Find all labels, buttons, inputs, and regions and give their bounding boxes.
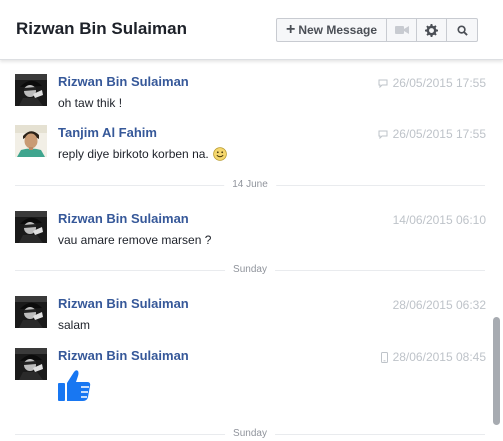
message-text-content: oh taw thik !	[58, 96, 123, 110]
message-text: reply diye birkoto korben na.	[58, 147, 227, 161]
video-camera-icon	[394, 26, 409, 34]
message-item: Rizwan Bin Sulaiman 14/06/2015 06:10 vau…	[0, 199, 490, 249]
message-timestamp: 28/06/2015 08:45	[392, 350, 486, 364]
date-divider: Sunday	[15, 264, 485, 276]
new-message-button[interactable]: + New Message	[277, 19, 387, 41]
avatar[interactable]	[15, 348, 47, 380]
message-item: Tanjim Al Fahim 26/05/2015 17:55 reply d…	[0, 113, 490, 163]
conversation-header: Rizwan Bin Sulaiman + New Message	[0, 0, 503, 60]
conversation-toolbar: + New Message	[276, 18, 478, 42]
message-meta: 28/06/2015 06:32	[393, 298, 486, 312]
date-divider-label: Sunday	[225, 264, 275, 276]
sender-name[interactable]: Rizwan Bin Sulaiman	[58, 348, 189, 363]
thread-scrollbar[interactable]	[490, 61, 503, 441]
message-timestamp: 28/06/2015 06:32	[392, 298, 486, 312]
settings-button[interactable]	[417, 19, 447, 41]
avatar[interactable]	[15, 74, 47, 106]
message-text: salam	[58, 318, 90, 332]
avatar[interactable]	[15, 296, 47, 328]
chat-bubble-icon	[378, 130, 388, 139]
conversation-title: Rizwan Bin Sulaiman	[16, 19, 187, 38]
date-divider-label: Sunday	[225, 428, 275, 440]
sender-name[interactable]: Rizwan Bin Sulaiman	[58, 74, 189, 89]
plus-icon: +	[285, 21, 296, 38]
sender-name[interactable]: Rizwan Bin Sulaiman	[58, 296, 189, 311]
message-timestamp: 26/05/2015 17:55	[392, 127, 486, 141]
avatar[interactable]	[15, 125, 47, 157]
message-text: oh taw thik !	[58, 96, 122, 110]
sender-name[interactable]: Tanjim Al Fahim	[58, 125, 157, 140]
new-message-label: New Message	[298, 23, 378, 37]
message-text-content: vau amare remove marsen ?	[58, 233, 212, 247]
message-item: Rizwan Bin Sulaiman 28/06/2015 06:32 sal…	[0, 284, 490, 334]
scrollbar-thumb[interactable]	[493, 317, 500, 425]
thumbs-up-icon	[57, 368, 93, 404]
smiley-icon	[212, 147, 227, 161]
search-button[interactable]	[447, 19, 477, 41]
date-divider: 14 June	[15, 179, 485, 191]
message-timestamp: 14/06/2015 06:10	[392, 213, 486, 227]
message-meta: 26/05/2015 17:55	[378, 76, 486, 90]
date-divider-label: 14 June	[224, 179, 276, 191]
message-text-content: reply diye birkoto korben na.	[58, 147, 209, 161]
date-divider: Sunday	[15, 428, 485, 440]
gear-icon	[425, 23, 438, 37]
mobile-phone-icon	[380, 351, 388, 363]
search-icon	[456, 24, 468, 36]
message-thread: Rizwan Bin Sulaiman 26/05/2015 17:55 oh …	[0, 61, 503, 441]
message-text: vau amare remove marsen ?	[58, 233, 211, 247]
message-text-content: salam	[58, 318, 91, 332]
message-meta: 28/06/2015 08:45	[380, 350, 486, 364]
message-meta: 14/06/2015 06:10	[393, 213, 486, 227]
message-meta: 26/05/2015 17:55	[378, 127, 486, 141]
avatar[interactable]	[15, 211, 47, 243]
sender-name[interactable]: Rizwan Bin Sulaiman	[58, 211, 189, 226]
chat-bubble-icon	[378, 79, 388, 88]
message-timestamp: 26/05/2015 17:55	[392, 76, 486, 90]
message-item: Rizwan Bin Sulaiman 26/05/2015 17:55 oh …	[0, 62, 490, 112]
video-call-button[interactable]	[387, 19, 417, 41]
